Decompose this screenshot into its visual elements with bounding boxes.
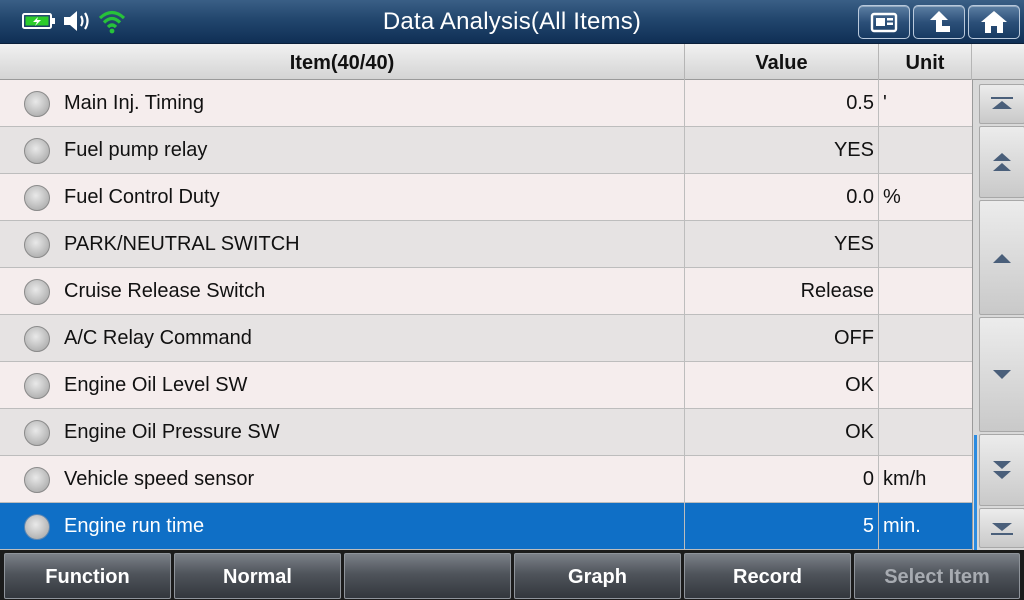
row-unit: % [878, 174, 972, 220]
table-row[interactable]: PARK/NEUTRAL SWITCH YES [0, 221, 972, 268]
table-row[interactable]: Engine Oil Level SW OK [0, 362, 972, 409]
scroll-top-icon [991, 97, 1013, 109]
wifi-icon [98, 10, 126, 34]
function-bar: Function Normal Graph Record Select Item [0, 550, 1024, 600]
row-unit [878, 268, 972, 314]
row-value: Release [684, 268, 874, 314]
line-down-button[interactable] [979, 317, 1024, 432]
row-unit: ' [878, 80, 972, 126]
row-value: OK [684, 409, 874, 455]
row-item-name: Fuel Control Duty [64, 186, 220, 208]
line-down-icon [993, 369, 1011, 379]
status-icons [22, 8, 126, 34]
row-unit [878, 127, 972, 173]
screenshot-icon [870, 12, 898, 33]
row-radio-icon[interactable] [24, 232, 50, 258]
row-value: YES [684, 127, 874, 173]
table-row[interactable]: Engine Oil Pressure SW OK [0, 409, 972, 456]
title-bar: Data Analysis(All Items) [0, 0, 1024, 44]
table-row[interactable]: A/C Relay Command OFF [0, 315, 972, 362]
battery-icon [22, 13, 55, 29]
row-radio-icon[interactable] [24, 420, 50, 446]
row-unit: min. [878, 503, 972, 549]
scrollbar[interactable] [972, 80, 1024, 550]
row-unit [878, 315, 972, 361]
column-header-item: Item(40/40) [0, 44, 685, 80]
row-unit [878, 221, 972, 267]
row-item-name: Engine run time [64, 515, 205, 537]
row-item-name: Cruise Release Switch [64, 280, 266, 302]
row-radio-icon[interactable] [24, 514, 50, 540]
scroll-bottom-icon [991, 523, 1013, 535]
row-item-name: A/C Relay Command [64, 327, 252, 349]
page-down-button[interactable] [979, 434, 1024, 506]
row-radio-icon[interactable] [24, 91, 50, 117]
table-row[interactable]: Vehicle speed sensor 0 km/h [0, 456, 972, 503]
row-radio-icon[interactable] [24, 138, 50, 164]
line-up-button[interactable] [979, 200, 1024, 315]
row-unit [878, 362, 972, 408]
row-item-name: Fuel pump relay [64, 139, 208, 161]
row-item-name: PARK/NEUTRAL SWITCH [64, 233, 300, 255]
scroll-bottom-button[interactable] [979, 508, 1024, 548]
row-radio-icon[interactable] [24, 326, 50, 352]
home-icon [981, 11, 1007, 33]
row-item-name: Main Inj. Timing [64, 92, 205, 114]
row-value: 0.0 [684, 174, 874, 220]
row-radio-icon[interactable] [24, 185, 50, 211]
row-radio-icon[interactable] [24, 373, 50, 399]
function-button[interactable]: Function [4, 553, 171, 599]
screenshot-button[interactable] [858, 5, 910, 39]
row-unit [878, 409, 972, 455]
graph-button[interactable]: Graph [514, 553, 681, 599]
page-up-icon [993, 153, 1011, 171]
record-button[interactable]: Record [684, 553, 851, 599]
home-button[interactable] [968, 5, 1020, 39]
row-value: YES [684, 221, 874, 267]
row-value: 0 [684, 456, 874, 502]
blank-button[interactable] [344, 553, 511, 599]
table-row-selected[interactable]: Engine run time 5 min. [0, 503, 972, 550]
row-value: OFF [684, 315, 874, 361]
row-item-name: Engine Oil Pressure SW [64, 421, 280, 443]
table-row[interactable]: Fuel pump relay YES [0, 127, 972, 174]
scroll-position-indicator [974, 435, 977, 550]
page-up-button[interactable] [979, 126, 1024, 198]
line-up-icon [993, 253, 1011, 263]
column-header-spacer [972, 44, 1024, 80]
speaker-icon [64, 11, 89, 31]
row-radio-icon[interactable] [24, 279, 50, 305]
row-item-name: Vehicle speed sensor [64, 468, 255, 490]
back-icon [930, 11, 950, 32]
normal-button[interactable]: Normal [174, 553, 341, 599]
row-unit: km/h [878, 456, 972, 502]
table-row[interactable]: Fuel Control Duty 0.0 % [0, 174, 972, 221]
row-radio-icon[interactable] [24, 467, 50, 493]
table-header: Item(40/40) Value Unit [0, 44, 1024, 80]
column-header-value: Value [685, 44, 879, 80]
row-value: OK [684, 362, 874, 408]
page-down-icon [993, 461, 1011, 479]
row-value: 5 [684, 503, 874, 549]
table-row[interactable]: Cruise Release Switch Release [0, 268, 972, 315]
select-item-button[interactable]: Select Item [854, 553, 1020, 599]
back-button[interactable] [913, 5, 965, 39]
table-row[interactable]: Main Inj. Timing 0.5 ' [0, 80, 972, 127]
column-header-unit: Unit [879, 44, 972, 80]
row-value: 0.5 [684, 80, 874, 126]
scroll-top-button[interactable] [979, 84, 1024, 124]
row-item-name: Engine Oil Level SW [64, 374, 248, 396]
